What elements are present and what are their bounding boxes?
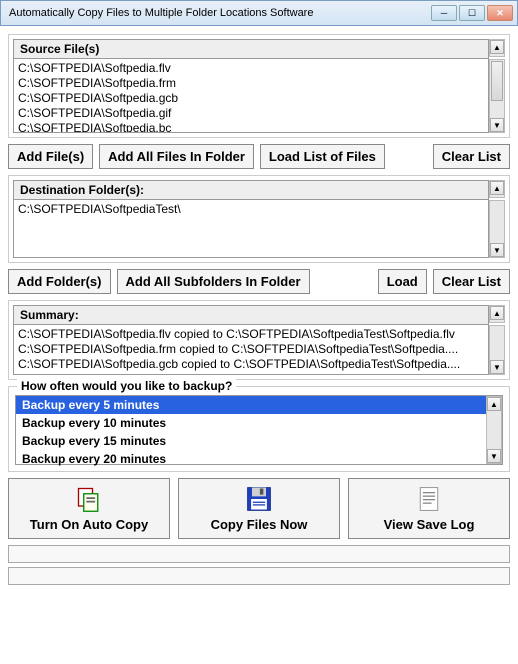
status-bar-2 (8, 567, 510, 585)
minimize-button[interactable]: ─ (431, 5, 457, 21)
load-list-button[interactable]: Load List of Files (260, 144, 385, 169)
list-item: C:\SOFTPEDIA\Softpedia.gcb copied to C:\… (18, 357, 484, 372)
backup-option[interactable]: Backup every 5 minutes (16, 396, 486, 414)
scrollbar[interactable]: ▲ (489, 39, 505, 57)
scrollbar[interactable]: ▲ (489, 305, 505, 323)
window-title: Automatically Copy Files to Multiple Fol… (9, 7, 431, 19)
source-header: Source File(s) (13, 39, 489, 59)
scrollbar[interactable]: ▼ (489, 325, 505, 375)
destination-buttons-row: Add Folder(s) Add All Subfolders In Fold… (8, 269, 510, 294)
action-label: Copy Files Now (211, 517, 308, 532)
add-all-files-button[interactable]: Add All Files In Folder (99, 144, 254, 169)
backup-frequency-group: How often would you like to backup? Back… (8, 386, 510, 472)
list-item[interactable]: C:\SOFTPEDIA\Softpedia.gcb (18, 91, 484, 106)
scroll-thumb[interactable] (491, 61, 503, 101)
action-buttons-row: Turn On Auto Copy Copy Files Now View Sa… (8, 478, 510, 539)
summary-group: Summary: ▲ C:\SOFTPEDIA\Softpedia.flv co… (8, 300, 510, 380)
add-files-button[interactable]: Add File(s) (8, 144, 93, 169)
add-subfolders-button[interactable]: Add All Subfolders In Folder (117, 269, 310, 294)
list-item[interactable]: C:\SOFTPEDIA\Softpedia.flv (18, 61, 484, 76)
source-files-list[interactable]: C:\SOFTPEDIA\Softpedia.flv C:\SOFTPEDIA\… (13, 59, 489, 133)
add-folders-button[interactable]: Add Folder(s) (8, 269, 111, 294)
scroll-up-icon[interactable]: ▲ (490, 306, 504, 320)
status-bar-1 (8, 545, 510, 563)
destination-list[interactable]: C:\SOFTPEDIA\SoftpediaTest\ (13, 200, 489, 258)
auto-copy-button[interactable]: Turn On Auto Copy (8, 478, 170, 539)
close-button[interactable]: ✕ (487, 5, 513, 21)
scroll-up-icon[interactable]: ▲ (490, 40, 504, 54)
action-label: View Save Log (384, 517, 475, 532)
view-log-button[interactable]: View Save Log (348, 478, 510, 539)
clear-destination-button[interactable]: Clear List (433, 269, 510, 294)
source-files-group: Source File(s) ▲ C:\SOFTPEDIA\Softpedia.… (8, 34, 510, 138)
backup-legend: How often would you like to backup? (17, 379, 236, 393)
list-item: C:\SOFTPEDIA\Softpedia.frm copied to C:\… (18, 342, 484, 357)
window-controls: ─ ☐ ✕ (431, 5, 513, 21)
backup-option[interactable]: Backup every 20 minutes (16, 450, 486, 468)
list-item: C:\SOFTPEDIA\Softpedia.flv copied to C:\… (18, 327, 484, 342)
destination-group: Destination Folder(s): ▲ C:\SOFTPEDIA\So… (8, 175, 510, 263)
copy-files-icon (75, 485, 103, 513)
scrollbar[interactable]: ▼ (489, 59, 505, 133)
action-label: Turn On Auto Copy (30, 517, 148, 532)
copy-now-button[interactable]: Copy Files Now (178, 478, 340, 539)
source-buttons-row: Add File(s) Add All Files In Folder Load… (8, 144, 510, 169)
backup-option[interactable]: Backup every 15 minutes (16, 432, 486, 450)
list-item[interactable]: C:\SOFTPEDIA\Softpedia.bc (18, 121, 484, 133)
scrollbar[interactable]: ▲ ▼ (486, 396, 502, 464)
scroll-up-icon[interactable]: ▲ (487, 397, 501, 411)
summary-header: Summary: (13, 305, 489, 325)
titlebar[interactable]: Automatically Copy Files to Multiple Fol… (0, 0, 518, 26)
list-item[interactable]: C:\SOFTPEDIA\SoftpediaTest\ (18, 202, 484, 217)
summary-list[interactable]: C:\SOFTPEDIA\Softpedia.flv copied to C:\… (13, 325, 489, 375)
list-item[interactable]: C:\SOFTPEDIA\Softpedia.frm (18, 76, 484, 91)
scroll-up-icon[interactable]: ▲ (490, 181, 504, 195)
backup-options-list[interactable]: Backup every 5 minutes Backup every 10 m… (15, 395, 503, 465)
list-item[interactable]: C:\SOFTPEDIA\Softpedia.gif (18, 106, 484, 121)
scrollbar[interactable]: ▲ (489, 180, 505, 198)
scrollbar[interactable]: ▼ (489, 200, 505, 258)
floppy-disk-icon (245, 485, 273, 513)
scroll-down-icon[interactable]: ▼ (487, 449, 501, 463)
backup-option[interactable]: Backup every 10 minutes (16, 414, 486, 432)
destination-header: Destination Folder(s): (13, 180, 489, 200)
scroll-down-icon[interactable]: ▼ (490, 243, 504, 257)
load-button[interactable]: Load (378, 269, 427, 294)
scroll-down-icon[interactable]: ▼ (490, 118, 504, 132)
maximize-button[interactable]: ☐ (459, 5, 485, 21)
scroll-down-icon[interactable]: ▼ (490, 360, 504, 374)
clear-source-button[interactable]: Clear List (433, 144, 510, 169)
document-icon (415, 485, 443, 513)
